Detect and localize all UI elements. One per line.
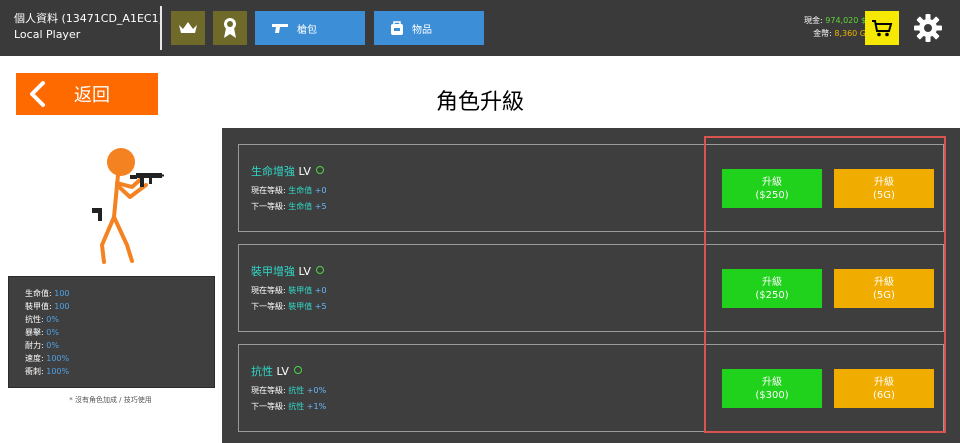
crown-icon bbox=[179, 22, 197, 33]
medal-button[interactable] bbox=[213, 11, 247, 45]
next-stat-name: 抗性 bbox=[288, 402, 305, 411]
next-level-label: 下一等級: bbox=[251, 402, 289, 411]
stat-row: 衝刺: 100% bbox=[25, 366, 69, 377]
current-level-label: 現在等級: bbox=[251, 386, 289, 395]
next-stat-value: +1% bbox=[306, 402, 327, 411]
stat-row: 暴擊: 0% bbox=[25, 327, 59, 338]
stat-value: 0% bbox=[46, 328, 59, 337]
tab-items[interactable]: 物品 bbox=[374, 11, 484, 45]
gold-display: 金幣: 8,360 G bbox=[804, 27, 866, 40]
tab-weapons[interactable]: 槍包 bbox=[255, 11, 365, 45]
current-stat-name: 抗性 bbox=[288, 386, 305, 395]
level-zero-indicator bbox=[316, 166, 325, 174]
crown-button[interactable] bbox=[171, 11, 205, 45]
profile-name: 個人資料 (13471CD_A1EC1) bbox=[14, 12, 163, 25]
level-zero-indicator bbox=[294, 366, 303, 374]
stat-label: 裝甲值: bbox=[25, 302, 55, 311]
level-zero-indicator bbox=[316, 266, 325, 274]
gold-value: 8,360 G bbox=[834, 29, 866, 38]
shop-cart-button[interactable] bbox=[865, 11, 899, 45]
player-name: Local Player bbox=[14, 28, 81, 41]
next-stat-name: 生命值 bbox=[288, 202, 313, 211]
stat-label: 抗性: bbox=[25, 315, 47, 324]
tab-weapons-label: 槍包 bbox=[297, 24, 317, 36]
next-stat-name: 裝甲值 bbox=[288, 302, 313, 311]
stat-row: 速度: 100% bbox=[25, 353, 69, 364]
level-label: LV bbox=[298, 265, 311, 278]
cash-display: 現金: 974,020 $ bbox=[804, 14, 866, 27]
wallet: 現金: 974,020 $ 金幣: 8,360 G bbox=[804, 14, 866, 40]
next-level-label: 下一等級: bbox=[251, 202, 289, 211]
stats-panel: 生命值: 100 裝甲值: 100 抗性: 0% 暴擊: 0% 耐力: 0% 速… bbox=[8, 276, 215, 388]
stat-value: 100% bbox=[46, 367, 70, 376]
upgrade-title: 裝甲增強 LV bbox=[251, 263, 325, 279]
gear-icon bbox=[914, 14, 942, 42]
stat-row: 生命值: 100 bbox=[25, 288, 70, 299]
medal-icon bbox=[224, 18, 236, 38]
current-level-line: 現在等級: 裝甲值 +0 bbox=[251, 285, 327, 296]
top-bar: 個人資料 (13471CD_A1EC1) Local Player 槍包 物品 … bbox=[0, 0, 960, 56]
cash-value: 974,020 $ bbox=[825, 16, 866, 25]
next-stat-value: +5 bbox=[314, 302, 327, 311]
backpack-icon bbox=[390, 20, 404, 36]
upgrade-title: 生命增強 LV bbox=[251, 163, 325, 179]
current-level-line: 現在等級: 抗性 +0% bbox=[251, 385, 326, 396]
chevron-left-icon bbox=[28, 81, 46, 107]
next-level-line: 下一等級: 生命值 +5 bbox=[251, 201, 327, 212]
stat-value: 0% bbox=[46, 341, 59, 350]
current-stat-value: +0 bbox=[314, 186, 327, 195]
current-stat-value: +0% bbox=[306, 386, 327, 395]
upgrade-name: 生命增強 bbox=[251, 165, 295, 178]
cash-label: 現金: bbox=[804, 16, 823, 25]
stat-label: 衝刺: bbox=[25, 367, 47, 376]
page-title: 角色升級 bbox=[435, 90, 524, 115]
gold-label: 金幣: bbox=[813, 29, 832, 38]
highlight-box bbox=[704, 136, 946, 433]
upgrade-name: 裝甲增強 bbox=[251, 265, 295, 278]
stat-value: 0% bbox=[46, 315, 59, 324]
back-label: 返回 bbox=[74, 85, 110, 106]
stat-label: 耐力: bbox=[25, 341, 47, 350]
back-button[interactable]: 返回 bbox=[16, 73, 158, 115]
next-level-line: 下一等級: 裝甲值 +5 bbox=[251, 301, 327, 312]
cart-icon bbox=[872, 20, 893, 37]
stat-row: 耐力: 0% bbox=[25, 340, 59, 351]
header-divider bbox=[160, 6, 162, 50]
next-stat-value: +5 bbox=[314, 202, 327, 211]
current-level-line: 現在等級: 生命值 +0 bbox=[251, 185, 327, 196]
current-level-label: 現在等級: bbox=[251, 286, 289, 295]
character-preview bbox=[80, 145, 180, 269]
next-level-label: 下一等級: bbox=[251, 302, 289, 311]
current-stat-name: 生命值 bbox=[288, 186, 313, 195]
stat-label: 暴擊: bbox=[25, 328, 47, 337]
pistol-icon bbox=[271, 22, 289, 34]
tab-items-label: 物品 bbox=[412, 24, 432, 36]
stat-value: 100% bbox=[46, 354, 70, 363]
stat-value: 100 bbox=[54, 289, 70, 298]
current-stat-value: +0 bbox=[314, 286, 327, 295]
level-label: LV bbox=[298, 165, 311, 178]
profile-block[interactable]: 個人資料 (13471CD_A1EC1) Local Player bbox=[14, 11, 163, 43]
bonus-note: * 沒有角色加成 / 技巧使用 bbox=[69, 396, 152, 404]
stat-label: 生命值: bbox=[25, 289, 55, 298]
stat-row: 抗性: 0% bbox=[25, 314, 59, 325]
settings-button[interactable] bbox=[911, 11, 945, 45]
current-level-label: 現在等級: bbox=[251, 186, 289, 195]
stat-value: 100 bbox=[54, 302, 70, 311]
upgrade-name: 抗性 bbox=[251, 365, 273, 378]
level-label: LV bbox=[276, 365, 289, 378]
current-stat-name: 裝甲值 bbox=[288, 286, 313, 295]
stat-label: 速度: bbox=[25, 354, 47, 363]
next-level-line: 下一等級: 抗性 +1% bbox=[251, 401, 326, 412]
upgrade-title: 抗性 LV bbox=[251, 363, 303, 379]
stat-row: 裝甲值: 100 bbox=[25, 301, 70, 312]
